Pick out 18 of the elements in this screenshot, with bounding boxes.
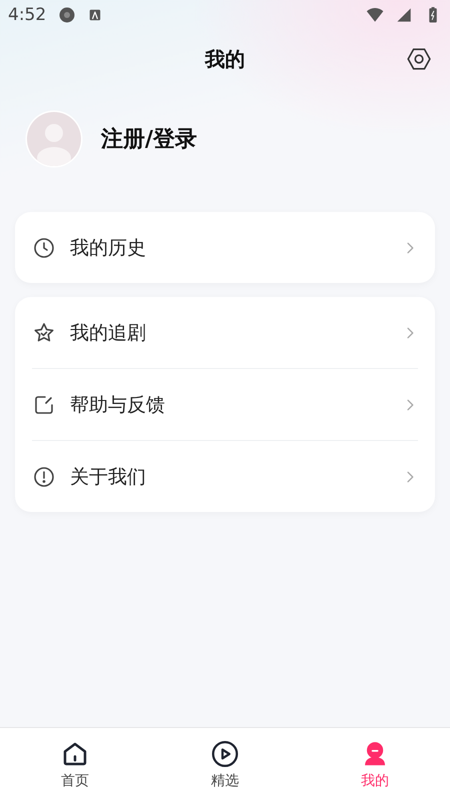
signal-icon xyxy=(396,7,412,23)
menu-item[interactable]: 我的历史 xyxy=(70,234,388,260)
info-icon xyxy=(32,464,56,488)
menu-item[interactable]: 帮助与反馈 xyxy=(70,392,388,418)
star-icon xyxy=(32,320,56,344)
settings-button[interactable] xyxy=(406,46,432,72)
page-title: 我的 xyxy=(205,46,245,72)
nav-tab[interactable]: 我的 xyxy=(300,728,450,801)
nav-tab[interactable]: 首页 xyxy=(0,728,150,801)
play-icon xyxy=(210,739,240,769)
wifi-icon xyxy=(366,6,384,24)
menu-item[interactable]: 我的追剧 xyxy=(70,320,388,346)
nav-tab[interactable]: 精选 xyxy=(150,728,300,801)
status-time: 4:52 xyxy=(8,5,46,25)
clock-icon xyxy=(32,236,56,260)
menu-item[interactable]: 关于我们 xyxy=(70,464,388,490)
login-link[interactable]: 注册/登录 xyxy=(101,124,198,154)
app-icon xyxy=(88,8,102,22)
